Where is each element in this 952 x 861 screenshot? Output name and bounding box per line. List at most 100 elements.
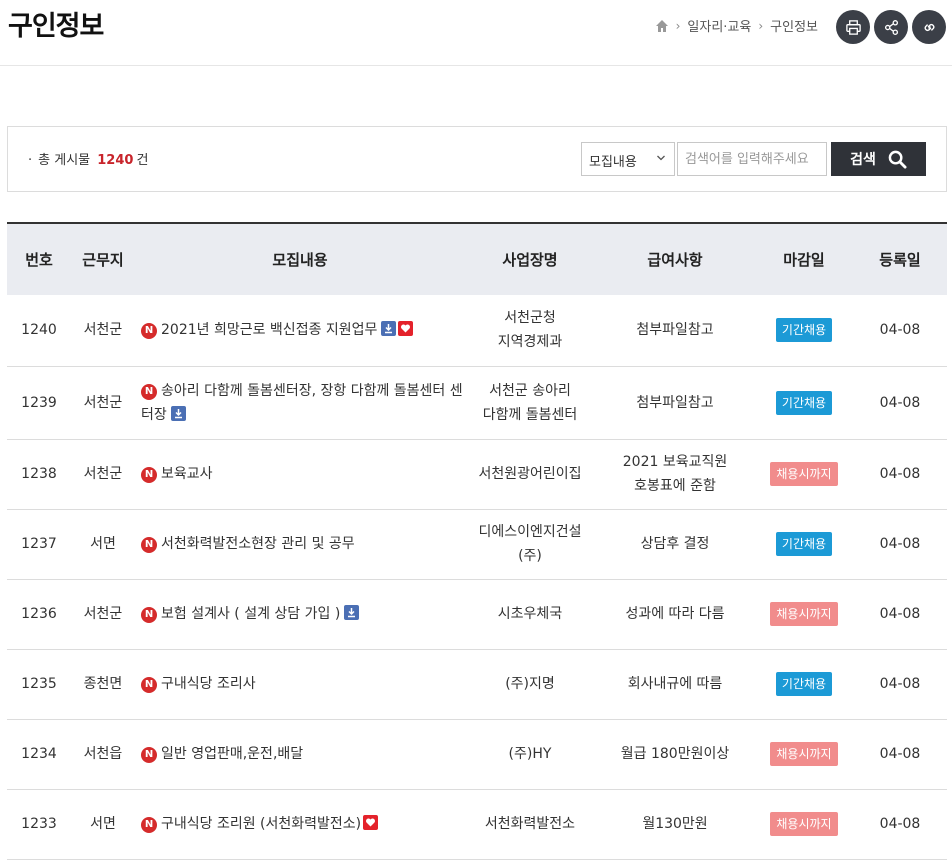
row-title-link[interactable]: 보험 설계사 ( 설계 상담 가입 ) [161, 606, 340, 622]
breadcrumb: › 일자리·교육 › 구인정보 [655, 16, 818, 35]
col-header-number: 번호 [25, 251, 53, 269]
pay-line: 2021 보육교직원 [622, 454, 728, 470]
job-table: 번호 근무지 모집내용 사업장명 급여사항 마감일 등록일 1240 서천군 N 20… [7, 222, 947, 860]
row-date: 04-08 [879, 466, 921, 482]
row-area: 서면 [90, 536, 116, 552]
company-line: 서천화력발전소 [484, 816, 576, 832]
search-box: · 총 게시물 1240 건 모집내용 검색 [7, 126, 947, 192]
heart-icon[interactable] [363, 815, 379, 830]
pay-line: 첨부파일참고 [636, 322, 714, 339]
attachment-download-icon[interactable] [344, 605, 360, 620]
search-input[interactable] [677, 142, 827, 176]
row-title-cell: N 보육교사 [135, 439, 465, 509]
attachment-download-icon[interactable] [381, 321, 397, 337]
new-badge-icon: N [141, 467, 157, 483]
share-button[interactable] [874, 10, 908, 44]
row-company: (주)지명 [465, 649, 595, 719]
row-title-cell: N 보험 설계사 ( 설계 상담 가입 ) [135, 579, 465, 649]
table-row[interactable]: 1237 서면 N 서천화력발전소현장 관리 및 공무 디에스이엔지건설 (주) 상담후 결… [7, 509, 947, 579]
row-title-cell: N 2021년 희망근로 백신접종 지원업무 [135, 295, 465, 366]
table-row[interactable]: 1238 서천군 N 보육교사 서천원광어린이집 2021 보육교직원 호봉표에 준함 채용시… [7, 439, 947, 509]
row-number: 1235 [21, 676, 57, 692]
company-line: (주)지명 [505, 676, 555, 692]
row-date: 04-08 [879, 536, 921, 552]
table-row[interactable]: 1233 서면 N 구내식당 조리원 (서천화력발전소) 서천화력발전소 월130만원 채용… [7, 789, 947, 859]
row-deadline: 채용시까지 [755, 579, 853, 649]
home-icon[interactable] [655, 19, 669, 33]
row-area: 서면 [90, 816, 116, 832]
breadcrumb-item[interactable]: 구인정보 [770, 16, 818, 35]
deadline-badge: 기간채용 [775, 532, 833, 556]
col-header-title: 모집내용 [272, 251, 328, 269]
chevron-right-icon: › [758, 18, 764, 33]
select-value: 모집내용 [589, 155, 637, 170]
pay-line: 첨부파일참고 [636, 394, 714, 411]
new-badge-icon: N [141, 323, 157, 340]
col-header-date: 등록일 [879, 251, 921, 269]
col-header-company: 사업장명 [502, 251, 558, 269]
chevron-down-icon [657, 155, 665, 161]
row-pay: 월급 180만원이상 [595, 719, 755, 789]
row-title-cell: N 구내식당 조리사 [135, 649, 465, 719]
company-line: 서천원광어린이집 [478, 466, 582, 482]
page-title: 구인정보 [8, 11, 104, 42]
deadline-badge: 기간채용 [775, 672, 833, 696]
col-header-pay: 급여사항 [647, 251, 703, 269]
pay-line: 월130만원 [642, 816, 708, 832]
row-deadline: 기간채용 [755, 649, 853, 719]
row-area: 서천군 [83, 466, 123, 482]
breadcrumb-item[interactable]: 일자리·교육 [687, 16, 751, 35]
search-button-label: 검색 [850, 151, 876, 167]
heart-icon[interactable] [398, 321, 414, 337]
attachment-download-icon[interactable] [170, 405, 186, 421]
deadline-badge: 기간채용 [775, 318, 833, 343]
row-number: 1236 [21, 606, 57, 622]
print-icon [845, 19, 861, 35]
row-company: (주)HY [465, 719, 595, 789]
row-title-link[interactable]: 서천화력발전소현장 관리 및 공무 [161, 536, 355, 552]
company-line: 서천군 송아리 [489, 382, 571, 399]
new-badge-icon: N [141, 537, 157, 553]
row-title-link[interactable]: 송아리 다함께 돌봄센터장, 장항 다함께 돌봄센터 센터장 [141, 383, 463, 423]
table-row[interactable]: 1235 종천면 N 구내식당 조리사 (주)지명 회사내규에 따름 기간채용 04-08 [7, 649, 947, 719]
new-badge-icon: N [141, 607, 157, 623]
table-row[interactable]: 1236 서천군 N 보험 설계사 ( 설계 상담 가입 ) 시초우체국 성과에 따라 다… [7, 579, 947, 649]
row-area: 종천면 [83, 676, 123, 692]
company-line: 다함께 돌봄센터 [482, 406, 578, 423]
company-line: 지역경제과 [497, 334, 563, 351]
total-posts: · 총 게시물 1240 건 [28, 149, 148, 168]
col-header-deadline: 마감일 [783, 251, 825, 269]
row-title-cell: N 서천화력발전소현장 관리 및 공무 [135, 509, 465, 579]
table-header: 번호 근무지 모집내용 사업장명 급여사항 마감일 등록일 [7, 223, 947, 295]
row-title-link[interactable]: 보육교사 [161, 466, 213, 482]
row-number: 1238 [21, 466, 57, 482]
company-line: 서천군청 [504, 310, 556, 327]
pay-line: 성과에 따라 다름 [625, 606, 725, 622]
row-area: 서천군 [83, 606, 123, 622]
row-pay: 성과에 따라 다름 [595, 579, 755, 649]
pay-line: 회사내규에 따름 [627, 676, 723, 692]
row-date: 04-08 [879, 606, 921, 622]
print-button[interactable] [836, 10, 870, 44]
row-date: 04-08 [879, 746, 921, 762]
row-area: 서천군 [83, 394, 123, 411]
row-title-link[interactable]: 구내식당 조리사 [161, 676, 256, 692]
row-title-link[interactable]: 구내식당 조리원 (서천화력발전소) [161, 816, 361, 832]
table-row[interactable]: 1234 서천읍 N 일반 영업판매,운전,배달 (주)HY 월급 180만원이상 채용시까… [7, 719, 947, 789]
row-pay: 회사내규에 따름 [595, 649, 755, 719]
row-company: 시초우체국 [465, 579, 595, 649]
table-row[interactable]: 1239 서천군 N 송아리 다함께 돌봄센터장, 장항 다함께 돌봄센터 센터장 서천… [7, 366, 947, 439]
company-line: (주) [518, 548, 542, 564]
row-title-link[interactable]: 일반 영업판매,운전,배달 [161, 746, 303, 762]
pay-line: 호봉표에 준함 [634, 478, 716, 494]
search-button[interactable]: 검색 [831, 142, 926, 176]
row-title-cell: N 일반 영업판매,운전,배달 [135, 719, 465, 789]
link-button[interactable] [912, 10, 946, 44]
row-number: 1237 [21, 536, 57, 552]
row-title-link[interactable]: 2021년 희망근로 백신접종 지원업무 [161, 322, 377, 338]
table-row[interactable]: 1240 서천군 N 2021년 희망근로 백신접종 지원업무 서천군청 지역경제과 첨부파… [7, 295, 947, 366]
row-area: 서천읍 [83, 746, 123, 762]
search-field-select[interactable]: 모집내용 [581, 142, 675, 176]
pay-line: 상담후 결정 [640, 536, 710, 552]
row-deadline: 기간채용 [755, 295, 853, 366]
